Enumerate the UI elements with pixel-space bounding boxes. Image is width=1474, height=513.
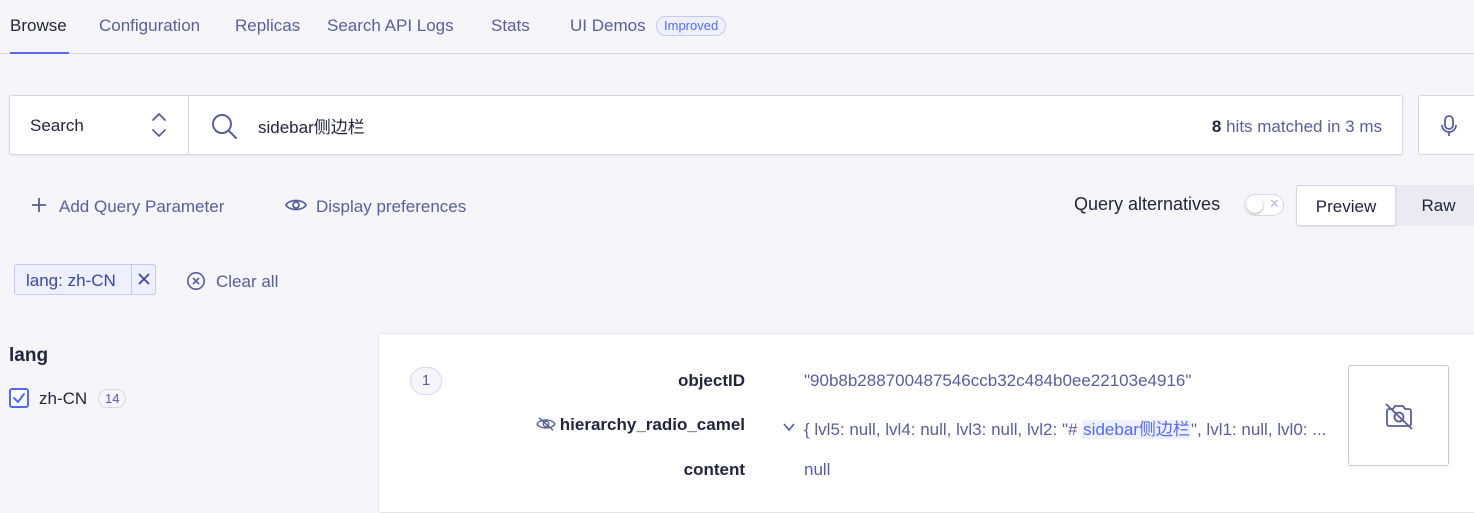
highlighted-match: sidebar侧边栏 (1082, 420, 1191, 439)
value-suffix: ", lvl1: null, lvl0: ... (1190, 420, 1327, 439)
no-image-icon (1385, 403, 1413, 430)
close-icon (138, 273, 150, 285)
close-icon: ✕ (1269, 196, 1280, 211)
raw-button[interactable]: Raw (1406, 185, 1471, 226)
display-preferences-label: Display preferences (316, 197, 467, 216)
tab-label: Search API Logs (327, 16, 454, 35)
attribute-name: content (683, 460, 745, 479)
remove-filter-button[interactable] (131, 265, 156, 294)
view-mode-toggle: Preview Raw (1296, 185, 1474, 226)
facet-item-label: zh-CN (39, 389, 88, 408)
chevron-up-down-icon (152, 113, 166, 137)
tab-label: UI Demos (570, 16, 646, 35)
tab-ui-demos[interactable]: UI Demos Improved (570, 0, 735, 54)
add-query-parameter-label: Add Query Parameter (59, 197, 225, 216)
voice-search-button[interactable] (1418, 95, 1474, 155)
attribute-value: null (804, 460, 831, 479)
filter-chip-label: lang: zh-CN (26, 271, 116, 290)
tab-label: Browse (10, 16, 67, 35)
attribute-value: "90b8b288700487546ccb32c484b0ee22103e491… (804, 371, 1192, 390)
top-tabs: Browse Configuration Replicas Search API… (0, 0, 1474, 54)
toggle-knob (1247, 197, 1263, 213)
query-alternatives-label: Query alternatives (1074, 194, 1221, 214)
tab-configuration[interactable]: Configuration (99, 0, 200, 54)
value-prefix: { lvl5: null, lvl4: null, lvl3: null, lv… (804, 420, 1083, 439)
display-preferences-button[interactable]: Display preferences (285, 195, 485, 219)
hits-count: 8 (1211, 117, 1222, 136)
preview-button[interactable]: Preview (1296, 185, 1396, 226)
tab-stats[interactable]: Stats (491, 0, 530, 54)
search-mode-value: Search (30, 116, 84, 135)
tab-label: Replicas (235, 16, 301, 35)
facet-item-zh-cn[interactable]: zh-CN 14 (9, 387, 139, 409)
add-query-parameter-button[interactable]: Add Query Parameter (31, 195, 241, 219)
plus-icon (32, 198, 46, 212)
microphone-icon (1441, 115, 1457, 136)
tab-label: Stats (491, 16, 530, 35)
facet-checkbox[interactable] (9, 388, 29, 408)
attribute-name-label: hierarchy_radio_camel (559, 415, 745, 434)
eye-off-icon (536, 417, 556, 431)
search-icon (212, 114, 237, 139)
clear-all-button[interactable]: Clear all (186, 270, 286, 294)
tab-browse[interactable]: Browse (10, 0, 69, 54)
hit-card: 1 objectID "90b8b288700487546ccb32c484b0… (378, 333, 1474, 513)
search-bar: Search 8 hits matched in 3 ms (9, 95, 1403, 155)
filter-chip: lang: zh-CN (14, 264, 156, 295)
tab-label: Configuration (99, 16, 201, 35)
hits-text: hits matched in 3 ms (1221, 117, 1382, 136)
attribute-value: { lvl5: null, lvl4: null, lvl3: null, lv… (804, 415, 1326, 440)
facet-title: lang (9, 345, 49, 366)
eye-icon (285, 199, 307, 211)
attribute-name: objectID (677, 371, 745, 390)
facet-count-badge: 14 (98, 389, 127, 408)
query-alternatives-toggle[interactable]: ✕ (1244, 194, 1284, 216)
record-image-placeholder (1348, 365, 1449, 466)
search-input[interactable] (258, 108, 1158, 142)
chevron-down-icon[interactable] (782, 420, 796, 434)
clear-all-label: Clear all (216, 272, 279, 291)
search-mode-select[interactable]: Search (10, 96, 189, 154)
improved-badge: Improved (656, 16, 727, 36)
attribute-name-hidden: hierarchy_radio_camel (536, 415, 745, 435)
tab-search-api-logs[interactable]: Search API Logs (327, 0, 454, 54)
circle-x-icon (187, 272, 205, 290)
hit-number: 1 (410, 367, 442, 395)
tab-replicas[interactable]: Replicas (235, 0, 300, 54)
hits-summary: 8 hits matched in 3 ms (1212, 117, 1382, 137)
check-icon (13, 393, 25, 403)
